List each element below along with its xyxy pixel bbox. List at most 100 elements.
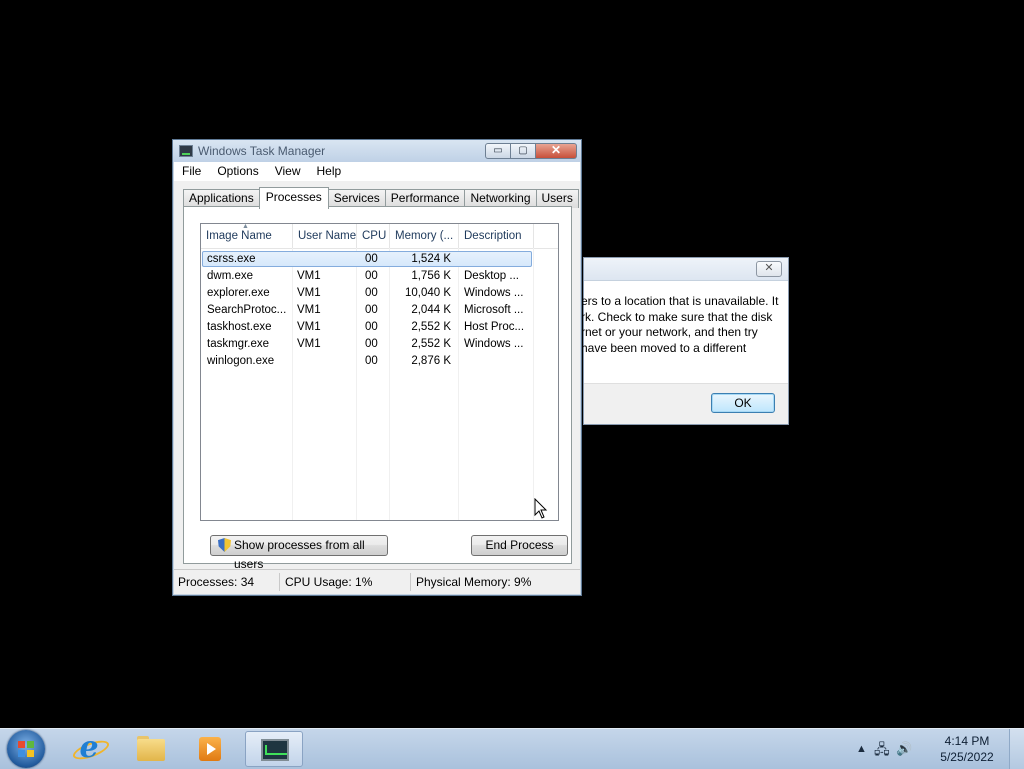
cell-cpu: 00 [365, 355, 378, 367]
error-dialog-titlebar[interactable]: ✕ [584, 258, 788, 281]
cell-description: Desktop ... [464, 270, 519, 282]
show-hidden-icons-icon[interactable]: ▲ [856, 729, 867, 769]
task-manager-taskbar-button[interactable] [245, 731, 303, 767]
task-manager-window: Windows Task Manager ▭ ▢ ✕ File Options … [172, 139, 582, 596]
cell-memory: 10,040 K [404, 287, 451, 299]
tab-processes[interactable]: Processes [258, 187, 329, 209]
status-processes: Processes: 34 [178, 575, 255, 589]
error-dialog-footer: OK [584, 383, 788, 424]
status-bar: Processes: 34 CPU Usage: 1% Physical Mem… [174, 569, 580, 594]
status-physical-memory: Physical Memory: 9% [416, 575, 532, 589]
close-button[interactable]: ✕ [536, 143, 577, 159]
show-all-users-button[interactable]: Show processes from all users [210, 535, 388, 571]
cell-cpu: 00 [365, 253, 378, 265]
table-row[interactable]: winlogon.exe 00 2,876 K [201, 353, 558, 370]
cell-description: Microsoft ... [464, 304, 524, 316]
error-message: ers to a location that is unavailable. I… [581, 294, 781, 356]
cell-user-name: VM1 [297, 338, 321, 350]
windows-logo-icon [18, 741, 34, 757]
menu-help[interactable]: Help [309, 162, 350, 181]
clock-date: 5/25/2022 [940, 750, 994, 764]
cell-description: Host Proc... [464, 321, 525, 333]
cell-cpu: 00 [365, 304, 378, 316]
cell-memory: 1,524 K [411, 253, 451, 265]
cell-user-name: VM1 [297, 287, 321, 299]
end-process-button[interactable]: End Process [471, 535, 568, 556]
cell-cpu: 00 [365, 270, 378, 282]
cell-user-name: VM1 [297, 321, 321, 333]
task-manager-titlebar[interactable]: Windows Task Manager ▭ ▢ ✕ [173, 140, 581, 162]
cell-memory: 2,552 K [411, 338, 451, 350]
processes-panel: ▲ Image Name User Name CPU Memory (... D… [183, 206, 572, 571]
cell-cpu: 00 [365, 338, 378, 350]
sort-arrow-icon: ▲ [242, 224, 249, 230]
column-label: Image Name [206, 230, 272, 242]
close-icon[interactable]: ✕ [756, 261, 782, 277]
menu-options[interactable]: Options [209, 162, 266, 181]
column-user-name[interactable]: User Name [293, 224, 357, 248]
cell-image-name: dwm.exe [207, 270, 254, 282]
column-memory[interactable]: Memory (... [390, 224, 459, 248]
volume-icon[interactable]: 🔊 [896, 729, 912, 769]
table-row[interactable]: taskhost.exe VM1 00 2,552 K Host Proc... [201, 319, 558, 336]
table-row[interactable]: SearchProtoc... VM1 00 2,044 K Microsoft… [201, 302, 558, 319]
network-icon[interactable]: 🖧 [874, 729, 890, 769]
menu-file[interactable]: File [174, 162, 209, 181]
table-row[interactable]: dwm.exe VM1 00 1,756 K Desktop ... [201, 268, 558, 285]
cell-description [464, 251, 526, 268]
cell-user-name: VM1 [297, 304, 321, 316]
taskbar: e ▲ 🖧 🔊 4:14 PM 5/25/2022 [0, 728, 1024, 769]
column-cpu[interactable]: CPU [357, 224, 390, 248]
process-list[interactable]: ▲ Image Name User Name CPU Memory (... D… [200, 223, 559, 521]
clock-time: 4:14 PM [944, 734, 990, 748]
uac-shield-icon [218, 538, 231, 552]
error-message-line: have been moved to a different [581, 340, 747, 355]
menu-view[interactable]: View [267, 162, 309, 181]
column-header-row: ▲ Image Name User Name CPU Memory (... D… [201, 224, 558, 249]
status-cpu-usage: CPU Usage: 1% [285, 575, 373, 589]
task-manager-client: Applications Processes Services Performa… [174, 181, 580, 571]
status-divider [410, 573, 411, 591]
cell-user-name: VM1 [297, 270, 321, 282]
cell-cpu: 00 [365, 287, 378, 299]
cell-cpu: 00 [365, 321, 378, 333]
window-title: Windows Task Manager [198, 144, 326, 158]
cell-user-name [297, 353, 352, 370]
column-image-name[interactable]: ▲ Image Name [201, 224, 293, 248]
table-row[interactable]: taskmgr.exe VM1 00 2,552 K Windows ... [201, 336, 558, 353]
internet-explorer-icon[interactable]: e [60, 731, 118, 767]
cell-image-name: taskmgr.exe [207, 338, 269, 350]
media-player-icon[interactable] [181, 731, 239, 767]
cell-image-name: taskhost.exe [207, 321, 272, 333]
cell-memory: 2,044 K [411, 304, 451, 316]
cell-memory: 1,756 K [411, 270, 451, 282]
error-dialog: ✕ ers to a location that is unavailable.… [581, 257, 789, 425]
mouse-cursor-icon [534, 498, 548, 519]
task-manager-icon [179, 145, 193, 157]
cell-description [464, 353, 526, 370]
tab-strip: Applications Processes Services Performa… [183, 187, 579, 209]
maximize-button[interactable]: ▢ [511, 143, 536, 159]
status-divider [279, 573, 280, 591]
ok-button[interactable]: OK [711, 393, 775, 413]
system-tray: ▲ 🖧 🔊 4:14 PM 5/25/2022 [854, 729, 1024, 769]
start-button[interactable] [7, 730, 45, 768]
error-message-line: rk. Check to make sure that the disk [581, 309, 773, 324]
cell-image-name: explorer.exe [207, 287, 270, 299]
show-desktop-button[interactable] [1009, 729, 1024, 769]
table-row[interactable]: explorer.exe VM1 00 10,040 K Windows ... [201, 285, 558, 302]
error-message-line: rnet or your network, and then try [581, 325, 758, 339]
show-all-users-label: Show processes from all users [234, 538, 365, 571]
cell-user-name [297, 251, 352, 268]
table-row[interactable]: csrss.exe 00 1,524 K [201, 251, 558, 268]
cell-description: Windows ... [464, 338, 524, 350]
cell-image-name: csrss.exe [207, 253, 256, 265]
column-description[interactable]: Description [459, 224, 534, 248]
cell-description: Windows ... [464, 287, 524, 299]
window-controls: ▭ ▢ ✕ [485, 143, 577, 159]
clock[interactable]: 4:14 PM 5/25/2022 [932, 733, 1002, 765]
minimize-button[interactable]: ▭ [485, 143, 511, 159]
menu-bar: File Options View Help [174, 162, 580, 181]
cell-memory: 2,552 K [411, 321, 451, 333]
windows-explorer-icon[interactable] [121, 731, 179, 767]
